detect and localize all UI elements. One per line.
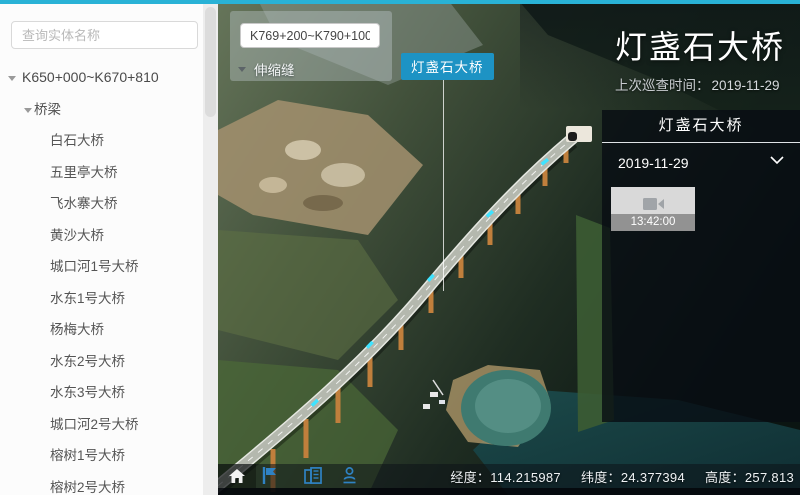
- inspection-date-dropdown[interactable]: 2019-11-29: [602, 143, 800, 183]
- bridge-tree: K650+000~K670+810 桥梁 白石大桥 五里亭大桥 飞水寨大桥 黄沙…: [0, 62, 203, 495]
- tree-group-label: 桥梁: [34, 102, 61, 117]
- chevron-down-icon[interactable]: [238, 67, 246, 72]
- flag-icon[interactable]: [262, 467, 277, 484]
- video-thumbnail[interactable]: 13:42:00: [611, 187, 695, 231]
- top-accent-bar: [0, 0, 800, 4]
- tree-item-bridge[interactable]: 城口河1号大桥: [0, 251, 203, 283]
- tree-item-bridge[interactable]: 榕树2号大桥: [0, 472, 203, 495]
- tree-item-bridge[interactable]: 榕树1号大桥: [0, 440, 203, 472]
- tree-item-bridge[interactable]: 白石大桥: [0, 125, 203, 157]
- latitude: 纬度：24.377394: [581, 467, 685, 486]
- bridge-inspection-app: K650+000~K670+810 桥梁 白石大桥 五里亭大桥 飞水寨大桥 黄沙…: [0, 0, 800, 495]
- tree-group-bridges[interactable]: 桥梁: [0, 94, 203, 126]
- person-location-icon[interactable]: [342, 467, 357, 484]
- header: 灯盏石大桥 上次巡查时间：2019-11-29: [602, 22, 798, 94]
- sidebar: K650+000~K670+810 桥梁 白石大桥 五里亭大桥 飞水寨大桥 黄沙…: [0, 4, 218, 495]
- search-input[interactable]: [11, 21, 198, 49]
- tree-item-bridge[interactable]: 杨梅大桥: [0, 314, 203, 346]
- video-timestamp: 13:42:00: [611, 214, 695, 231]
- panel-title: 灯盏石大桥: [602, 110, 800, 143]
- stake-range-input[interactable]: [240, 23, 380, 48]
- tree-item-bridge[interactable]: 飞水寨大桥: [0, 188, 203, 220]
- tree-item-bridge[interactable]: 五里亭大桥: [0, 157, 203, 189]
- chevron-down-icon[interactable]: [8, 76, 16, 81]
- home-button[interactable]: [218, 464, 256, 488]
- scrollbar-thumb[interactable]: [205, 7, 216, 117]
- chevron-down-icon[interactable]: [770, 156, 784, 165]
- tree-root-section[interactable]: K650+000~K670+810: [0, 62, 203, 94]
- tree-item-bridge[interactable]: 黄沙大桥: [0, 220, 203, 252]
- layer-label: 伸缩缝: [254, 59, 295, 79]
- building-icon[interactable]: [304, 467, 323, 484]
- tree-item-bridge[interactable]: 水东1号大桥: [0, 283, 203, 315]
- video-camera-icon: [643, 197, 665, 211]
- toolbar-bottom-strip: [218, 488, 800, 495]
- sidebar-scrollbar[interactable]: [203, 4, 218, 495]
- altitude: 高度：257.813: [705, 467, 794, 486]
- layer-tree-node[interactable]: 伸缩缝: [238, 59, 295, 79]
- longitude: 经度：114.215987: [450, 467, 561, 486]
- last-inspection: 上次巡查时间：2019-11-29: [602, 74, 798, 94]
- tree-item-bridge[interactable]: 城口河2号大桥: [0, 409, 203, 441]
- label-leader-line: [443, 75, 444, 291]
- last-inspection-date: 2019-11-29: [712, 78, 780, 93]
- inspection-date: 2019-11-29: [618, 155, 689, 171]
- page-title: 灯盏石大桥: [602, 22, 798, 68]
- tree-item-bridge[interactable]: 水东2号大桥: [0, 346, 203, 378]
- map-3d-view[interactable]: 伸缩缝 灯盏石大桥 灯盏石大桥 上次巡查时间：2019-11-29 灯盏石大桥 …: [218, 0, 800, 495]
- chevron-down-icon[interactable]: [24, 108, 32, 113]
- layer-panel: 伸缩缝: [230, 11, 392, 81]
- coordinates-readout: 经度：114.215987 纬度：24.377394 高度：257.813: [450, 464, 794, 488]
- home-icon: [229, 469, 245, 484]
- bridge-map-label[interactable]: 灯盏石大桥: [401, 53, 494, 80]
- inspection-panel: 灯盏石大桥 2019-11-29 13:42:00: [602, 110, 800, 422]
- map-toolbar: 经度：114.215987 纬度：24.377394 高度：257.813: [218, 464, 800, 495]
- last-inspection-label: 上次巡查时间：: [615, 78, 710, 93]
- tree-root-label: K650+000~K670+810: [22, 69, 159, 85]
- tree-item-bridge[interactable]: 水东3号大桥: [0, 377, 203, 409]
